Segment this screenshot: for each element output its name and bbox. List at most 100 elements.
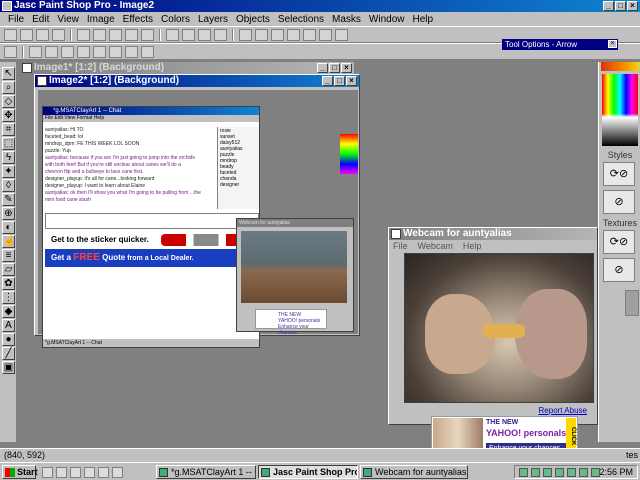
tool-palette-icon[interactable] [239,28,252,41]
taskbar-paint-shop-pro[interactable]: Jasc Paint Shop Pro - ... [258,465,358,479]
paste-icon[interactable] [141,28,154,41]
volume-icon[interactable] [567,468,576,477]
scratch-remover-icon[interactable]: ≡ [2,249,15,262]
webcam-window[interactable]: Webcam for auntyalias File Webcam Help R… [388,227,598,425]
image2-canvas[interactable]: *g.MSATClayArt 1 -- Chat File Edit View … [38,90,358,348]
help-icon[interactable] [335,28,348,41]
palette-scrollbar[interactable] [625,290,639,316]
stop-icon[interactable] [93,45,106,58]
preset-shapes-icon[interactable]: ● [2,333,15,346]
menu-selections[interactable]: Selections [274,14,328,25]
webcam-title-bar[interactable]: Webcam for auntyalias [389,228,597,240]
new-icon[interactable] [4,28,17,41]
network-icon[interactable] [579,468,588,477]
fill-texture-swatch[interactable]: ⊘ [603,258,635,282]
menu-effects[interactable]: Effects [119,14,157,25]
tray-icon[interactable] [519,468,528,477]
undo-icon[interactable] [77,28,90,41]
tool-options-close-icon[interactable]: × [608,40,617,48]
report-abuse-link[interactable]: Report Abuse [539,406,587,415]
taskbar-chat[interactable]: *g.MSATClayArt 1 -- Chat [156,465,256,479]
dropper-icon[interactable]: ◊ [2,179,15,192]
selection-tool-icon[interactable]: ⬚ [2,137,15,150]
menu-view[interactable]: View [53,14,83,25]
crop-tool-icon[interactable]: ⌗ [2,123,15,136]
retouch-icon[interactable]: ☝ [2,235,15,248]
desktop-quicklaunch-icon[interactable] [70,467,81,478]
clone-brush-icon[interactable]: ⊕ [2,207,15,220]
move-tool-icon[interactable]: ✥ [2,109,15,122]
freehand-tool-icon[interactable]: ϟ [2,151,15,164]
image2-minimize-button[interactable]: _ [322,76,333,86]
open-icon[interactable] [20,28,33,41]
image1-window[interactable]: Image1* [1:2] (Background) _ □ × [20,62,354,74]
browse-icon[interactable] [166,28,179,41]
save-icon[interactable] [36,28,49,41]
app-quicklaunch-icon[interactable] [98,467,109,478]
text-tool-icon[interactable]: A [2,319,15,332]
image2-maximize-button[interactable]: □ [334,76,345,86]
paint-shop-pro-icon[interactable] [2,1,12,11]
color-spectrum[interactable] [602,74,638,146]
pause-icon[interactable] [77,45,90,58]
menu-layers[interactable]: Layers [194,14,232,25]
image1-maximize-button[interactable]: □ [329,63,340,73]
styles-swatch[interactable]: ⟳⊘ [603,162,635,186]
zoom-tool-icon[interactable]: ⌕ [2,81,15,94]
redo-icon[interactable] [93,28,106,41]
print-icon[interactable] [52,28,65,41]
color-palette-icon[interactable] [255,28,268,41]
arrow-tool-icon[interactable]: ↖ [2,67,15,80]
flood-fill-icon[interactable]: ◆ [2,305,15,318]
folder-icon[interactable] [29,45,42,58]
start-button[interactable]: Start [2,465,38,479]
cut-icon[interactable] [109,28,122,41]
batch-icon[interactable] [125,45,138,58]
fullscreen-icon[interactable] [214,28,227,41]
textures-swatch[interactable]: ⟳⊘ [603,230,635,254]
airbrush-icon[interactable]: ⋮ [2,291,15,304]
image2-close-button[interactable]: × [346,76,357,86]
outlook-quicklaunch-icon[interactable] [56,467,67,478]
close-button[interactable]: × [627,1,638,11]
color-replacer-icon[interactable]: ◐ [2,221,15,234]
image2-window[interactable]: Image2* [1:2] (Background) _ □ × *g.MSAT… [34,74,360,348]
record-icon[interactable] [61,45,74,58]
script-run-icon[interactable] [45,45,58,58]
taskbar-webcam[interactable]: Webcam for auntyalias [360,465,468,479]
script-options-icon[interactable] [141,45,154,58]
menu-edit[interactable]: Edit [28,14,53,25]
menu-image[interactable]: Image [83,14,119,25]
maximize-button[interactable]: □ [615,1,626,11]
eraser-icon[interactable]: ▱ [2,263,15,276]
histogram-icon[interactable] [303,28,316,41]
tray-icon[interactable] [531,468,540,477]
minimize-button[interactable]: _ [603,1,614,11]
app-title-bar[interactable]: Jasc Paint Shop Pro - Image2 _ □ × [0,0,640,12]
scan-icon[interactable] [182,28,195,41]
webcam-menu-help[interactable]: Help [463,241,482,252]
menu-colors[interactable]: Colors [157,14,194,25]
image1-minimize-button[interactable]: _ [317,63,328,73]
edit-script-icon[interactable] [109,45,122,58]
paintbrush-icon[interactable]: ✎ [2,193,15,206]
script-icon[interactable] [319,28,332,41]
overview-icon[interactable] [287,28,300,41]
tray-icon[interactable] [543,468,552,477]
deform-tool-icon[interactable]: ◇ [2,95,15,108]
menu-help[interactable]: Help [409,14,438,25]
menu-objects[interactable]: Objects [232,14,274,25]
screen-capture-icon[interactable] [198,28,211,41]
menu-masks[interactable]: Masks [328,14,365,25]
app-quicklaunch-icon[interactable] [112,467,123,478]
picture-tube-icon[interactable]: ✿ [2,277,15,290]
ie-quicklaunch-icon[interactable] [42,467,53,478]
image1-title-bar[interactable]: Image1* [1:2] (Background) _ □ × [20,62,354,74]
channels-quicklaunch-icon[interactable] [84,467,95,478]
tray-icon[interactable] [555,468,564,477]
draw-tool-icon[interactable]: ╱ [2,347,15,360]
layer-palette-icon[interactable] [271,28,284,41]
webcam-menu-webcam[interactable]: Webcam [418,241,453,252]
menu-window[interactable]: Window [365,14,409,25]
image2-title-bar[interactable]: Image2* [1:2] (Background) _ □ × [35,75,359,87]
